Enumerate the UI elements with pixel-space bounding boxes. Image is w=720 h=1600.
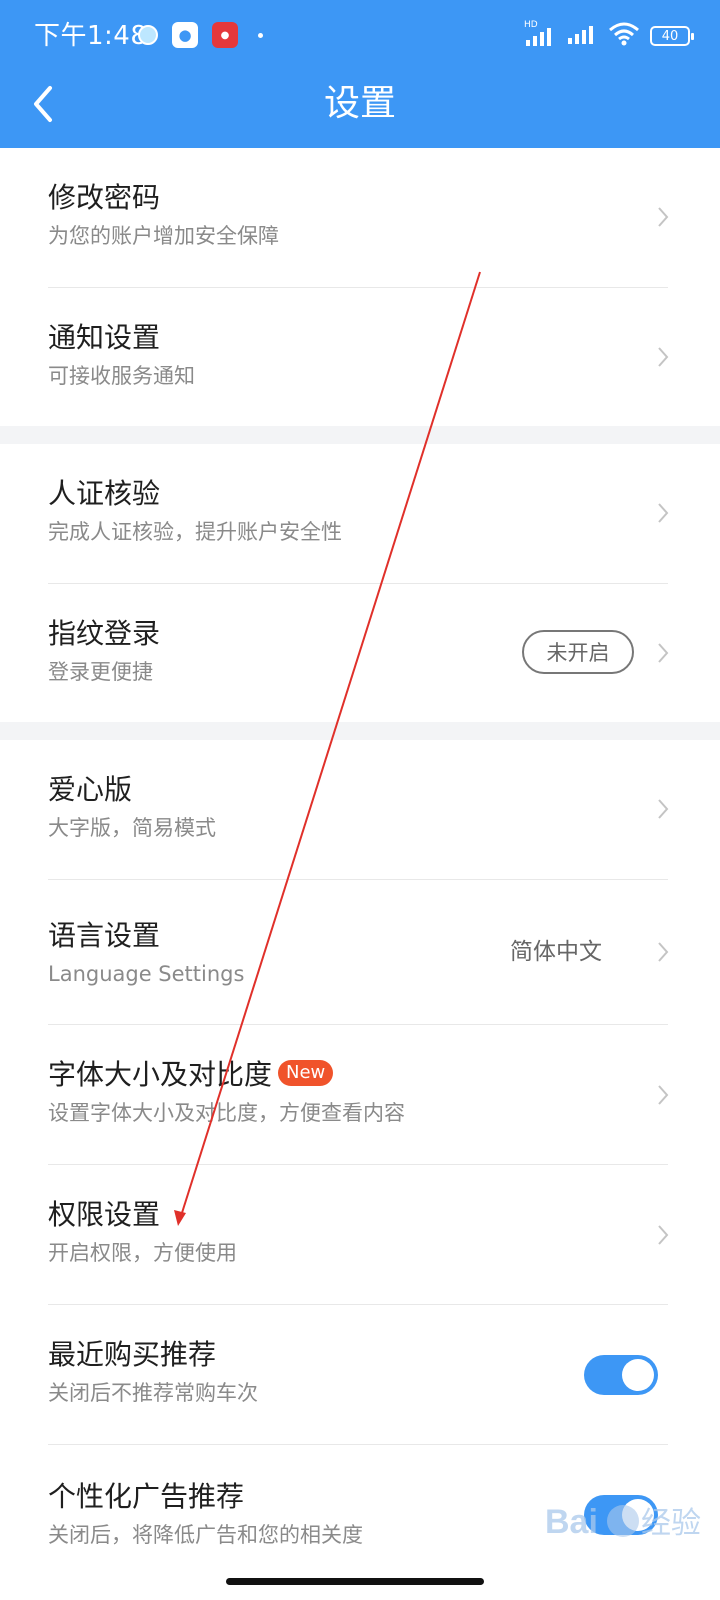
settings-row-fingerprint-login[interactable]: 指纹登录 登录更便捷 未开启 <box>0 584 720 722</box>
chevron-right-icon <box>658 347 669 367</box>
row-subtitle: 完成人证核验，提升账户安全性 <box>48 520 342 544</box>
app-header: 下午1:48 ● ● HD 40 设置 <box>0 0 720 150</box>
row-subtitle: 关闭后，将降低广告和您的相关度 <box>48 1523 363 1547</box>
row-title: 权限设置 <box>48 1198 161 1231</box>
new-badge: New <box>278 1060 334 1086</box>
settings-row-notifications[interactable]: 通知设置 可接收服务通知 <box>0 288 720 426</box>
svg-text:Bai: Bai <box>545 1503 598 1541</box>
news-app-icon: ● <box>212 22 238 48</box>
row-subtitle: 关闭后不推荐常购车次 <box>48 1381 258 1405</box>
recent-purchase-toggle[interactable] <box>584 1355 658 1395</box>
row-title: 语言设置 <box>48 919 161 952</box>
row-title: 爱心版 <box>48 773 133 806</box>
row-subtitle: 大字版，简易模式 <box>48 816 216 840</box>
page-title: 设置 <box>323 83 396 124</box>
cell-signal-icon: HD <box>524 20 556 48</box>
row-subtitle: 可接收服务通知 <box>48 364 195 388</box>
settings-row-font-size-contrast[interactable]: 字体大小及对比度 New 设置字体大小及对比度，方便查看内容 <box>0 1025 720 1165</box>
row-subtitle: Language Settings <box>48 962 245 986</box>
row-subtitle: 登录更便捷 <box>48 660 153 684</box>
status-time: 下午1:48 <box>34 21 148 51</box>
settings-row-change-password[interactable]: 修改密码 为您的账户增加安全保障 <box>0 148 720 288</box>
row-title: 通知设置 <box>48 321 161 354</box>
battery-icon: 40 <box>650 26 694 46</box>
settings-row-permissions[interactable]: 权限设置 开启权限，方便使用 <box>0 1165 720 1305</box>
row-title: 修改密码 <box>48 181 161 214</box>
chevron-right-icon <box>658 1085 669 1105</box>
settings-row-care-mode[interactable]: 爱心版 大字版，简易模式 <box>0 740 720 880</box>
cell-signal-2-icon <box>566 22 598 50</box>
notification-app-icon <box>138 25 158 45</box>
toggle-knob <box>622 1359 654 1391</box>
more-notifications-dot <box>258 32 263 38</box>
row-title: 个性化广告推荐 <box>48 1480 245 1513</box>
row-title: 最近购买推荐 <box>48 1338 217 1371</box>
home-indicator[interactable] <box>226 1578 484 1585</box>
row-subtitle: 设置字体大小及对比度，方便查看内容 <box>48 1101 405 1125</box>
settings-row-identity-verification[interactable]: 人证核验 完成人证核验，提升账户安全性 <box>0 444 720 584</box>
row-subtitle: 开启权限，方便使用 <box>48 1241 237 1265</box>
chevron-right-icon <box>658 942 669 962</box>
row-title: 指纹登录 <box>48 617 161 650</box>
row-title-with-badge: 字体大小及对比度 New <box>48 1057 334 1093</box>
chevron-right-icon <box>658 1225 669 1245</box>
settings-row-language[interactable]: 语言设置 Language Settings 简体中文 <box>0 880 720 1025</box>
chevron-right-icon <box>658 207 669 227</box>
baidu-jingyan-watermark-logo: Bai 经验 <box>545 1503 701 1541</box>
chevron-right-icon <box>658 643 669 663</box>
row-title: 人证核验 <box>48 477 161 510</box>
row-title: 字体大小及对比度 <box>48 1058 273 1091</box>
svg-text:经验: 经验 <box>641 1506 701 1541</box>
wifi-icon <box>608 22 640 50</box>
paw-app-icon: ● <box>172 22 198 48</box>
status-indicators: HD 40 <box>524 20 694 50</box>
chevron-right-icon <box>658 503 669 523</box>
fingerprint-status-badge: 未开启 <box>522 630 634 674</box>
language-value: 简体中文 <box>510 939 602 965</box>
row-subtitle: 为您的账户增加安全保障 <box>48 224 279 248</box>
settings-row-recent-purchase-recommend: 最近购买推荐 关闭后不推荐常购车次 <box>0 1305 720 1445</box>
section-gap <box>0 426 720 444</box>
status-notification-icons: ● ● <box>138 22 263 48</box>
chevron-right-icon <box>658 799 669 819</box>
section-gap <box>0 722 720 740</box>
